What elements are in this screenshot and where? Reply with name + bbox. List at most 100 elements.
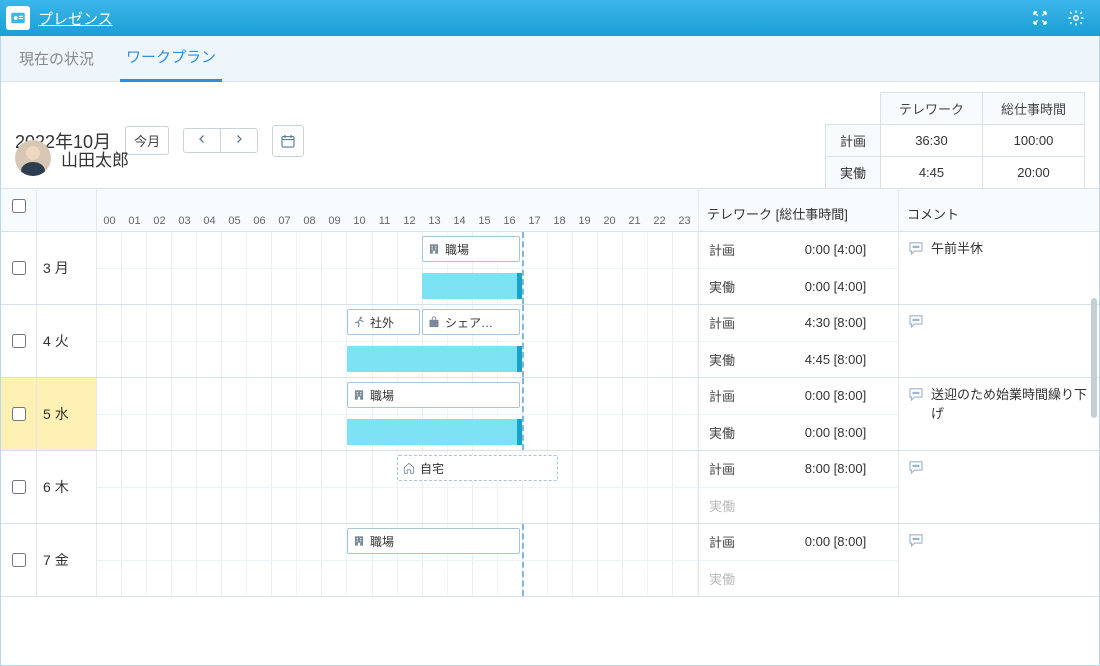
comment-cell[interactable]	[899, 451, 1099, 523]
row-plan-value: 0:00 [8:00]	[773, 388, 898, 403]
summary-plan-telework: 36:30	[880, 125, 982, 157]
timeline-block[interactable]: 自宅	[397, 455, 558, 481]
row-actual-label: 実働	[699, 496, 773, 515]
day-label: 4 火	[37, 305, 97, 377]
day-label: 7 金	[37, 524, 97, 596]
summary-actual-total: 20:00	[982, 157, 1084, 189]
row-actual-value: 0:00 [4:00]	[773, 279, 898, 294]
hour-label: 05	[222, 215, 247, 227]
timeline-bar	[347, 346, 522, 372]
hour-label: 22	[647, 215, 672, 227]
hour-label: 08	[297, 215, 322, 227]
summary-plan-total: 100:00	[982, 125, 1084, 157]
day-row: 6 木 自宅 計画8:00 [8:00] 実働	[1, 451, 1099, 524]
timeline-marker	[522, 232, 524, 304]
app-title[interactable]: プレゼンス	[38, 8, 113, 29]
user-row: 山田太郎	[1, 134, 401, 188]
hour-label: 17	[522, 215, 547, 227]
building-icon	[352, 534, 366, 548]
row-actual-value: 0:00 [8:00]	[773, 425, 898, 440]
comment-icon	[907, 239, 925, 257]
tab-bar: 現在の状況 ワークプラン	[1, 36, 1099, 82]
day-checkbox[interactable]	[12, 261, 26, 275]
timeline-block[interactable]: 社外	[347, 309, 420, 335]
tab-work-plan[interactable]: ワークプラン	[120, 34, 222, 82]
summary-head-telework: テレワーク	[880, 93, 982, 125]
timeline-marker	[522, 305, 524, 377]
settings-button[interactable]	[1058, 0, 1094, 36]
maximize-button[interactable]	[1022, 0, 1058, 36]
hour-label: 09	[322, 215, 347, 227]
hour-label: 10	[347, 215, 372, 227]
hour-label: 18	[547, 215, 572, 227]
day-label: 3 月	[37, 232, 97, 304]
timeline-block[interactable]: 職場	[422, 236, 520, 262]
comment-cell[interactable]	[899, 524, 1099, 596]
scrollbar-thumb[interactable]	[1091, 298, 1097, 418]
day-row: 5 水職場計画0:00 [8:00]実働0:00 [8:00]送迎のため始業時間…	[1, 378, 1099, 451]
hour-label: 01	[122, 215, 147, 227]
summary-row-actual-label: 実働	[825, 157, 880, 189]
day-checkbox[interactable]	[12, 407, 26, 421]
hour-label: 21	[622, 215, 647, 227]
hour-label: 04	[197, 215, 222, 227]
row-plan-label: 計画	[699, 459, 773, 478]
header-telework: テレワーク [総仕事時間]	[699, 189, 899, 231]
timeline-block[interactable]: 職場	[347, 382, 520, 408]
row-actual-label: 実働	[699, 277, 773, 296]
grid-header: 0001020304050607080910111213141516171819…	[1, 188, 1099, 232]
building-icon	[427, 242, 441, 256]
comment-icon	[907, 312, 925, 330]
day-checkbox[interactable]	[12, 334, 26, 348]
comment-icon	[907, 458, 925, 476]
summary-actual-telework: 4:45	[880, 157, 982, 189]
timeline-marker	[522, 524, 524, 596]
timeline-block[interactable]: シェア…	[422, 309, 520, 335]
hour-label: 16	[497, 215, 522, 227]
summary-table: テレワーク 総仕事時間 計画 36:30 100:00 実働 4:45 20:0…	[825, 92, 1085, 189]
hour-label: 19	[572, 215, 597, 227]
row-plan-value: 8:00 [8:00]	[773, 461, 898, 476]
hour-label: 02	[147, 215, 172, 227]
comment-cell[interactable]: 送迎のため始業時間繰り下げ	[899, 378, 1099, 450]
comment-cell[interactable]	[899, 305, 1099, 377]
row-plan-label: 計画	[699, 240, 773, 259]
row-actual-value: 4:45 [8:00]	[773, 352, 898, 367]
row-plan-label: 計画	[699, 532, 773, 551]
home-icon	[402, 461, 416, 475]
day-row: 3 月職場計画0:00 [4:00]実働0:00 [4:00]午前半休	[1, 232, 1099, 305]
hour-label: 14	[447, 215, 472, 227]
row-actual-label: 実働	[699, 350, 773, 369]
hour-label: 06	[247, 215, 272, 227]
timeline-bar	[422, 273, 522, 299]
hour-label: 13	[422, 215, 447, 227]
user-name: 山田太郎	[61, 146, 129, 171]
tab-current-status[interactable]: 現在の状況	[13, 36, 100, 81]
timeline-block[interactable]: 職場	[347, 528, 520, 554]
day-checkbox[interactable]	[12, 480, 26, 494]
row-plan-label: 計画	[699, 386, 773, 405]
row-plan-label: 計画	[699, 313, 773, 332]
hour-label: 15	[472, 215, 497, 227]
summary-row-plan-label: 計画	[825, 125, 880, 157]
day-row: 7 金 職場 計画0:00 [8:00] 実働	[1, 524, 1099, 597]
day-checkbox[interactable]	[12, 553, 26, 567]
comment-cell[interactable]: 午前半休	[899, 232, 1099, 304]
hour-label: 11	[372, 215, 397, 227]
share-icon	[427, 315, 441, 329]
hour-label: 00	[97, 215, 122, 227]
day-label: 6 木	[37, 451, 97, 523]
row-plan-value: 4:30 [8:00]	[773, 315, 898, 330]
summary-head-total: 総仕事時間	[982, 93, 1084, 125]
row-actual-label: 実働	[699, 423, 773, 442]
app-icon	[6, 6, 30, 30]
comment-icon	[907, 531, 925, 549]
row-plan-value: 0:00 [8:00]	[773, 534, 898, 549]
hour-label: 03	[172, 215, 197, 227]
comment-text: 送迎のため始業時間繰り下げ	[931, 384, 1091, 422]
row-actual-label: 実働	[699, 569, 773, 588]
avatar	[15, 140, 51, 176]
day-row: 4 火 社外シェア… 計画4:30 [8:00] 実働4:45 [8:00]	[1, 305, 1099, 378]
timeline-marker	[522, 378, 524, 450]
select-all-checkbox[interactable]	[12, 199, 26, 213]
